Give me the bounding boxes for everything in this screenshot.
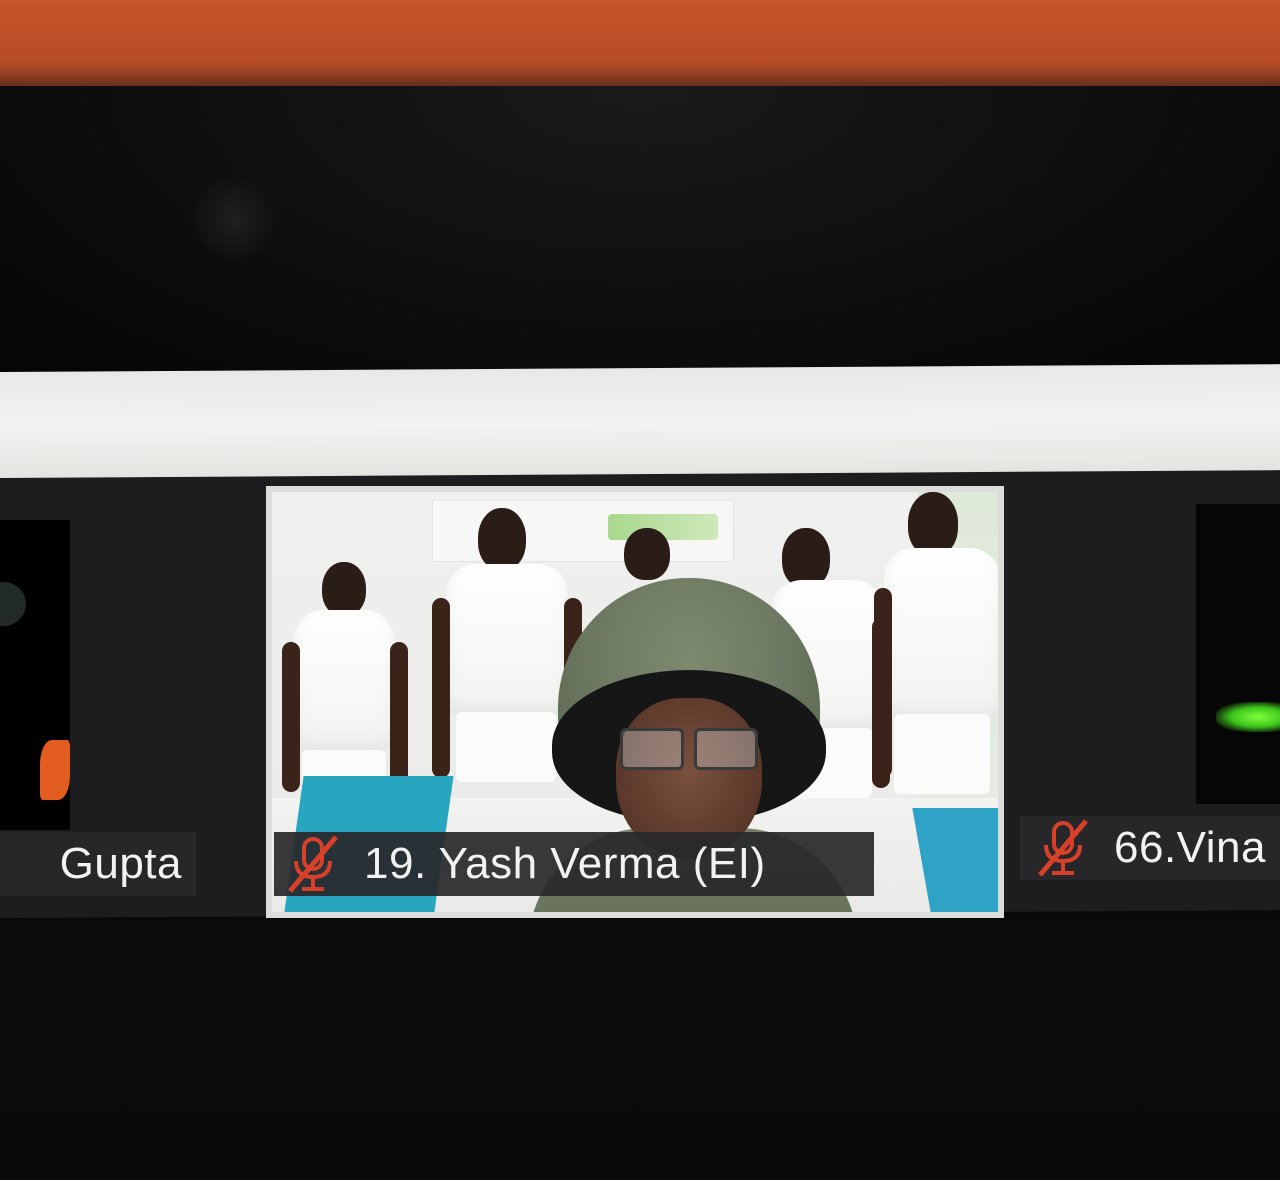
participant-tile[interactable]: Gupta [0, 520, 200, 926]
participant-name-bar: 19. Yash Verma (EI) [274, 832, 874, 896]
participant-name-bar: 66.Vina [1020, 816, 1280, 880]
participant-tile[interactable]: 66.Vina [1020, 500, 1280, 900]
participant-name: 66.Vina [1114, 823, 1266, 872]
participant-video [0, 520, 70, 830]
background-wall [0, 0, 1280, 90]
participant-video [1196, 504, 1280, 804]
monitor-lower-bezel [0, 920, 1280, 1180]
photo-of-monitor: Gupta 19. Yash Verma (EI) 66.Vina [0, 0, 1280, 1180]
background-person [872, 492, 998, 812]
active-speaker-tile[interactable]: 19. Yash Verma (EI) [266, 486, 1004, 918]
participant-name-bar: Gupta [0, 832, 196, 896]
mic-muted-icon [1034, 817, 1092, 879]
mic-muted-icon [284, 833, 342, 895]
participant-name: 19. Yash Verma (EI) [364, 839, 766, 888]
webcam [190, 178, 280, 258]
participant-name: Gupta [59, 839, 182, 888]
meeting-top-bar [0, 364, 1280, 484]
